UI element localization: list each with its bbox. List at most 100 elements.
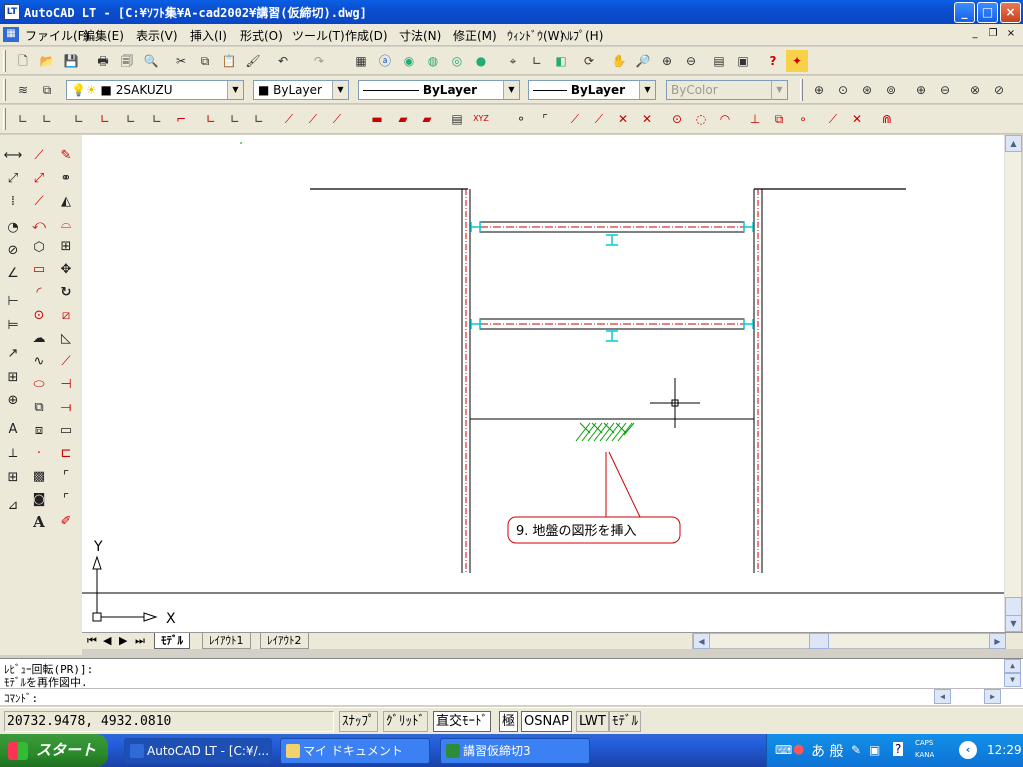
make-block-icon[interactable]: ⧈	[28, 420, 50, 442]
rotate-icon[interactable]: ↻	[55, 282, 77, 304]
redraw-icon[interactable]: ⟳	[578, 50, 600, 72]
line-weight-display-icon[interactable]: ▬	[366, 108, 388, 130]
drawing-svg[interactable]: 9. 地盤の図形を挿入 Y X	[82, 135, 1004, 632]
ucs-object-icon[interactable]: ∟	[94, 108, 116, 130]
dim-diameter-icon[interactable]: ⊘	[2, 240, 24, 262]
menu-window[interactable]: ｳｨﾝﾄﾞｳ(W)	[507, 27, 564, 44]
maximize-button[interactable]: □	[977, 2, 998, 23]
tab-layout2[interactable]: ﾚｲｱｳﾄ2	[260, 633, 309, 649]
hatch-icon[interactable]: ▰	[392, 108, 414, 130]
task-autocad[interactable]: AutoCAD LT - [C:¥/...	[124, 738, 272, 764]
xyz-filter-icon[interactable]: XYZ	[470, 108, 492, 130]
web-icon[interactable]: ◉	[398, 50, 420, 72]
circle-icon[interactable]: ⊙	[28, 305, 50, 327]
ucs-icon[interactable]: ∟	[526, 50, 548, 72]
ucs-view-icon[interactable]: ∟	[146, 108, 168, 130]
assistant-icon[interactable]: ✦	[786, 50, 808, 72]
ucs-x-icon[interactable]: ∟	[248, 108, 270, 130]
array-icon[interactable]: ⊞	[55, 236, 77, 258]
rectangle-icon[interactable]: ▭	[28, 259, 50, 281]
model-space-toggle[interactable]: ﾓﾃﾞﾙ	[609, 711, 641, 732]
snap-quadrant-icon[interactable]: ◌	[690, 108, 712, 130]
horizontal-scrollbar[interactable]: ◀ ▶	[692, 633, 1006, 649]
polygon-icon[interactable]: ⬡	[28, 237, 50, 259]
ime-mode[interactable]: あ 般	[811, 741, 843, 761]
explode-icon[interactable]: ✐	[55, 511, 77, 533]
autocad-today-icon[interactable]: ⓐ	[374, 50, 396, 72]
save-icon[interactable]: 💾	[60, 50, 82, 72]
stretch-icon[interactable]: ◺	[55, 328, 77, 350]
line-icon[interactable]: ⟋	[28, 145, 50, 167]
ucs-world-icon[interactable]: ∟	[68, 108, 90, 130]
mdi-close-button[interactable]: ×	[1003, 27, 1019, 42]
ucs-icon[interactable]: ∟	[12, 108, 34, 130]
hyperlink-icon[interactable]: ◎	[446, 50, 468, 72]
zoom-dynamic-icon[interactable]: ⊙	[832, 79, 854, 101]
object-snap-icon[interactable]: ⌖	[502, 50, 524, 72]
scroll-right-icon[interactable]: ▶	[989, 633, 1006, 649]
vertical-scrollbar[interactable]: ▲ ▼	[1004, 135, 1022, 632]
trim-icon[interactable]: ⊣	[55, 374, 77, 396]
region-icon[interactable]: ◙	[28, 489, 50, 511]
prev-tab-icon[interactable]: ◀	[100, 633, 114, 649]
command-prompt[interactable]: ｺﾏﾝﾄﾞ:	[4, 690, 38, 706]
ucs-origin-icon[interactable]: ⌐	[170, 108, 192, 130]
ucs-3point-icon[interactable]: ∟	[224, 108, 246, 130]
erase-icon[interactable]: ✎	[55, 145, 77, 167]
copy-icon[interactable]: ⧉	[194, 50, 216, 72]
dim-text-edit-icon[interactable]: ⟂	[2, 443, 24, 465]
zoom-all-icon[interactable]: ⊗	[964, 79, 986, 101]
scroll-right-icon[interactable]: ▶	[984, 689, 1001, 704]
minimize-button[interactable]: _	[954, 2, 975, 23]
scroll-up-icon[interactable]: ▲	[1004, 659, 1021, 673]
snap-perpendicular-icon[interactable]: ⊥	[744, 108, 766, 130]
snap-insert-icon[interactable]: ⧉	[768, 108, 790, 130]
break-icon[interactable]: ▭	[55, 420, 77, 442]
arc-icon[interactable]: ◜	[28, 282, 50, 304]
next-tab-icon[interactable]: ▶	[116, 633, 130, 649]
chevron-down-icon[interactable]: ▼	[332, 81, 348, 99]
ucs-previous-icon[interactable]: ∟	[36, 108, 58, 130]
polar-toggle[interactable]: 極	[499, 711, 519, 732]
offset-icon[interactable]: ⌓	[55, 214, 77, 236]
dim-update-icon[interactable]: ⊞	[2, 467, 24, 489]
scroll-left-icon[interactable]: ◀	[693, 633, 710, 649]
keyboard-icon[interactable]: ⌨	[775, 743, 792, 757]
chevron-down-icon[interactable]: ▼	[227, 81, 243, 99]
revision-cloud-icon[interactable]: ☁	[28, 328, 50, 350]
snap-from-icon[interactable]: ⚬	[510, 108, 532, 130]
chevron-down-icon[interactable]: ▼	[639, 81, 655, 99]
snap-intersection-icon[interactable]: ✕	[612, 108, 634, 130]
mdi-minimize-button[interactable]: _	[967, 27, 983, 42]
menu-dimension[interactable]: 寸法(N)	[399, 27, 441, 44]
menu-insert[interactable]: 挿入(I)	[190, 27, 227, 44]
print-icon[interactable]: 🖶	[92, 50, 114, 72]
extend-icon[interactable]: ⟞	[55, 397, 77, 419]
zoom-center-icon[interactable]: ⊚	[880, 79, 902, 101]
ime-icon[interactable]: ●	[793, 742, 804, 757]
command-window[interactable]: ﾚﾋﾞｭｰ回転(PR)]: ﾓﾃﾞﾙを再作図中. ｺﾏﾝﾄﾞ: ▲ ▼ ◀ ▶	[0, 658, 1023, 705]
scroll-down-icon[interactable]: ▼	[1005, 615, 1022, 632]
lineweight-dropdown[interactable]: ByLayer ▼	[528, 80, 656, 100]
zoom-previous-icon[interactable]: ⊖	[680, 50, 702, 72]
menu-edit[interactable]: 編集(E)	[83, 27, 124, 44]
text-icon[interactable]: ▤	[446, 108, 468, 130]
leader-icon[interactable]: ↗	[2, 343, 24, 365]
center-mark-icon[interactable]: ⊕	[2, 390, 24, 412]
construction-line-icon[interactable]: ⤢	[28, 168, 50, 190]
undo-icon[interactable]: ↶	[272, 50, 294, 72]
ucs-rotate-y-icon[interactable]: ⟋	[302, 108, 324, 130]
scale-icon[interactable]: ⧄	[55, 305, 77, 327]
design-center-icon[interactable]: ▦	[350, 50, 372, 72]
task-my-documents[interactable]: マイ ドキュメント	[280, 738, 430, 764]
dim-edit-icon[interactable]: A	[2, 419, 24, 441]
web-publish-icon[interactable]: ◍	[422, 50, 444, 72]
osnap-toggle[interactable]: OSNAP	[521, 711, 572, 732]
snap-settings-icon[interactable]: ⋒	[876, 108, 898, 130]
ucs-rotate-z-icon[interactable]: ⟋	[326, 108, 348, 130]
make-current-layer-icon[interactable]: ⧉	[36, 79, 58, 101]
ucs-rotate-x-icon[interactable]: ⟋	[278, 108, 300, 130]
zoom-extents-icon[interactable]: ⊘	[988, 79, 1010, 101]
dim-aligned-icon[interactable]: ⤢	[2, 168, 24, 190]
mdi-restore-button[interactable]: ❐	[985, 27, 1001, 42]
